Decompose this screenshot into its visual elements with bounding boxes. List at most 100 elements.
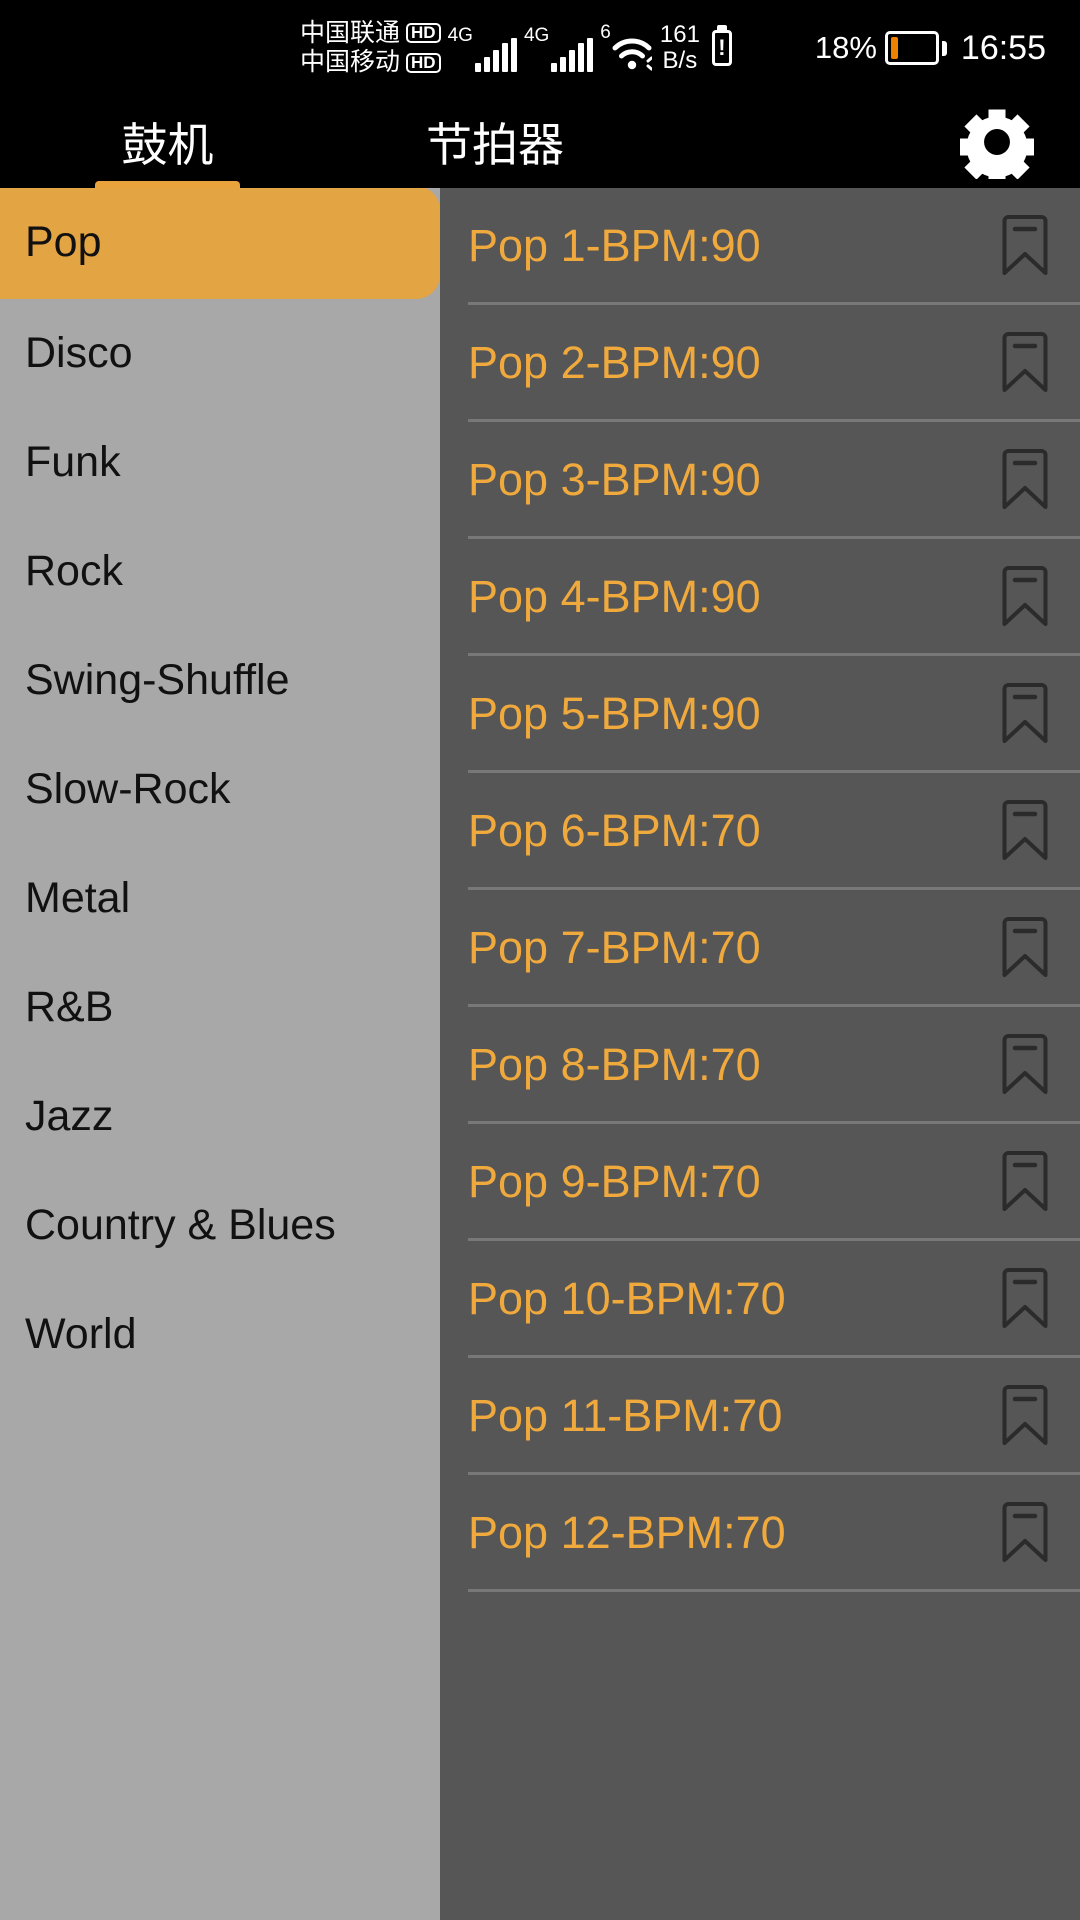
bookmark-icon <box>1002 800 1048 860</box>
genre-item-swing-shuffle[interactable]: Swing-Shuffle <box>0 626 440 735</box>
genre-item-jazz[interactable]: Jazz <box>0 1062 440 1171</box>
pattern-row[interactable]: Pop 7-BPM:70 <box>440 890 1080 1004</box>
pattern-row[interactable]: Pop 1-BPM:90 <box>440 188 1080 302</box>
battery-cap <box>941 40 947 56</box>
bookmark-icon <box>1002 1268 1048 1328</box>
network-type-label-2: 4G <box>523 25 550 46</box>
pattern-label: Pop 5-BPM:90 <box>468 687 761 739</box>
battery-icon <box>884 31 939 65</box>
row-divider <box>468 1589 1080 1592</box>
genre-item-country-blues[interactable]: Country & Blues <box>0 1171 440 1280</box>
signal-bars-icon-1 <box>474 38 517 72</box>
pattern-label: Pop 8-BPM:70 <box>468 1038 761 1090</box>
pattern-label: Pop 1-BPM:90 <box>468 219 761 271</box>
tab-drum-machine[interactable]: 鼓机 <box>95 96 240 188</box>
genre-item-rock[interactable]: Rock <box>0 517 440 626</box>
battery-fill <box>890 37 899 59</box>
network-type-label-1: 4G <box>447 25 473 46</box>
gear-icon <box>960 109 1034 179</box>
bookmark-button[interactable] <box>998 212 1052 278</box>
pattern-row[interactable]: Pop 3-BPM:90 <box>440 422 1080 536</box>
pattern-label: Pop 11-BPM:70 <box>468 1389 783 1441</box>
pattern-row[interactable]: Pop 4-BPM:90 <box>440 539 1080 653</box>
bookmark-icon <box>1002 566 1048 626</box>
pattern-row[interactable]: Pop 8-BPM:70 <box>440 1007 1080 1121</box>
genre-item-label: Disco <box>25 329 133 377</box>
battery-percent-label: 18% <box>814 30 877 65</box>
bookmark-icon <box>1002 215 1048 275</box>
bookmark-icon <box>1002 683 1048 743</box>
bookmark-button[interactable] <box>998 329 1052 395</box>
tab-bar: 鼓机 节拍器 <box>0 96 1080 188</box>
genre-item-label: Rock <box>25 547 123 595</box>
pattern-row[interactable]: Pop 11-BPM:70 <box>440 1358 1080 1472</box>
genre-item-r-b[interactable]: R&B <box>0 953 440 1062</box>
genre-item-label: Jazz <box>25 1092 114 1140</box>
bookmark-button[interactable] <box>998 1382 1052 1448</box>
genre-sidebar[interactable]: Pop Disco Funk Rock Swing-Shuffle Slow-Rock Me… <box>0 188 440 1920</box>
pattern-row[interactable]: Pop 10-BPM:70 <box>440 1241 1080 1355</box>
bookmark-button[interactable] <box>998 563 1052 629</box>
genre-item-disco[interactable]: Disco <box>0 299 440 408</box>
pattern-label: Pop 6-BPM:70 <box>468 804 761 856</box>
pattern-row[interactable]: Pop 9-BPM:70 <box>440 1124 1080 1238</box>
pattern-row[interactable]: Pop 5-BPM:90 <box>440 656 1080 770</box>
bookmark-icon <box>1002 1385 1048 1445</box>
clock-label: 16:55 <box>960 28 1046 67</box>
network-speed-value: 161 <box>659 20 700 48</box>
signal-bars-icon-2 <box>551 38 594 72</box>
genre-item-metal[interactable]: Metal <box>0 844 440 953</box>
main-content: Pop Disco Funk Rock Swing-Shuffle Slow-Rock Me… <box>0 188 1080 1920</box>
pattern-row[interactable]: Pop 12-BPM:70 <box>440 1475 1080 1589</box>
bookmark-icon <box>1002 1034 1048 1094</box>
genre-item-label: Metal <box>25 874 131 922</box>
app-screen: 中国联通 HD 中国移动 HD 4G 4G 6 161 B/s ! 18% 16… <box>0 0 1080 1920</box>
genre-item-pop[interactable]: Pop <box>0 188 440 299</box>
pattern-label: Pop 3-BPM:90 <box>468 453 761 505</box>
genre-item-world[interactable]: World <box>0 1280 440 1389</box>
pattern-list[interactable]: Pop 1-BPM:90 Pop 2-BPM:90 Pop 3-BPM:90 Pop … <box>440 188 1080 1920</box>
bookmark-icon <box>1002 917 1048 977</box>
genre-item-slow-rock[interactable]: Slow-Rock <box>0 735 440 844</box>
pattern-label: Pop 4-BPM:90 <box>468 570 761 622</box>
genre-item-label: Funk <box>25 438 121 486</box>
wifi-icon <box>612 38 652 71</box>
bookmark-button[interactable] <box>998 914 1052 980</box>
bookmark-button[interactable] <box>998 797 1052 863</box>
signal-group-2: 4G <box>523 18 594 78</box>
pattern-label: Pop 9-BPM:70 <box>468 1155 761 1207</box>
network-speed: 161 B/s <box>659 20 700 75</box>
bookmark-icon <box>1002 1502 1048 1562</box>
bookmark-button[interactable] <box>998 1265 1052 1331</box>
network-speed-unit: B/s <box>662 47 698 74</box>
genre-item-label: R&B <box>25 983 114 1031</box>
bookmark-icon <box>1002 1151 1048 1211</box>
bookmark-icon <box>1002 449 1048 509</box>
bookmark-icon <box>1002 332 1048 392</box>
genre-item-label: Country & Blues <box>25 1201 336 1249</box>
wifi-group: 6 <box>600 17 652 79</box>
settings-button[interactable] <box>942 96 1052 188</box>
bookmark-button[interactable] <box>998 446 1052 512</box>
bookmark-button[interactable] <box>998 1148 1052 1214</box>
bookmark-button[interactable] <box>998 680 1052 746</box>
carrier-name-1: 中国联通 <box>300 18 401 47</box>
hd-badge-1: HD <box>406 23 441 44</box>
pattern-label: Pop 12-BPM:70 <box>468 1506 786 1558</box>
genre-item-label: Pop <box>25 218 102 266</box>
tab-metronome-label: 节拍器 <box>426 119 564 171</box>
wifi-generation-label: 6 <box>600 22 611 43</box>
bookmark-button[interactable] <box>998 1031 1052 1097</box>
tab-drum-machine-label: 鼓机 <box>121 119 214 171</box>
pattern-row[interactable]: Pop 6-BPM:70 <box>440 773 1080 887</box>
bookmark-button[interactable] <box>998 1499 1052 1565</box>
carrier-labels: 中国联通 HD 中国移动 HD <box>300 19 441 78</box>
pattern-label: Pop 2-BPM:90 <box>468 336 761 388</box>
genre-item-funk[interactable]: Funk <box>0 408 440 517</box>
carrier-row-1: 中国联通 HD <box>300 19 441 49</box>
genre-item-label: World <box>25 1310 137 1358</box>
status-bar-right: 18% 16:55 <box>815 29 1080 68</box>
pattern-row[interactable]: Pop 2-BPM:90 <box>440 305 1080 419</box>
tab-metronome[interactable]: 节拍器 <box>415 96 575 188</box>
carrier-row-2: 中国移动 HD <box>300 48 441 78</box>
